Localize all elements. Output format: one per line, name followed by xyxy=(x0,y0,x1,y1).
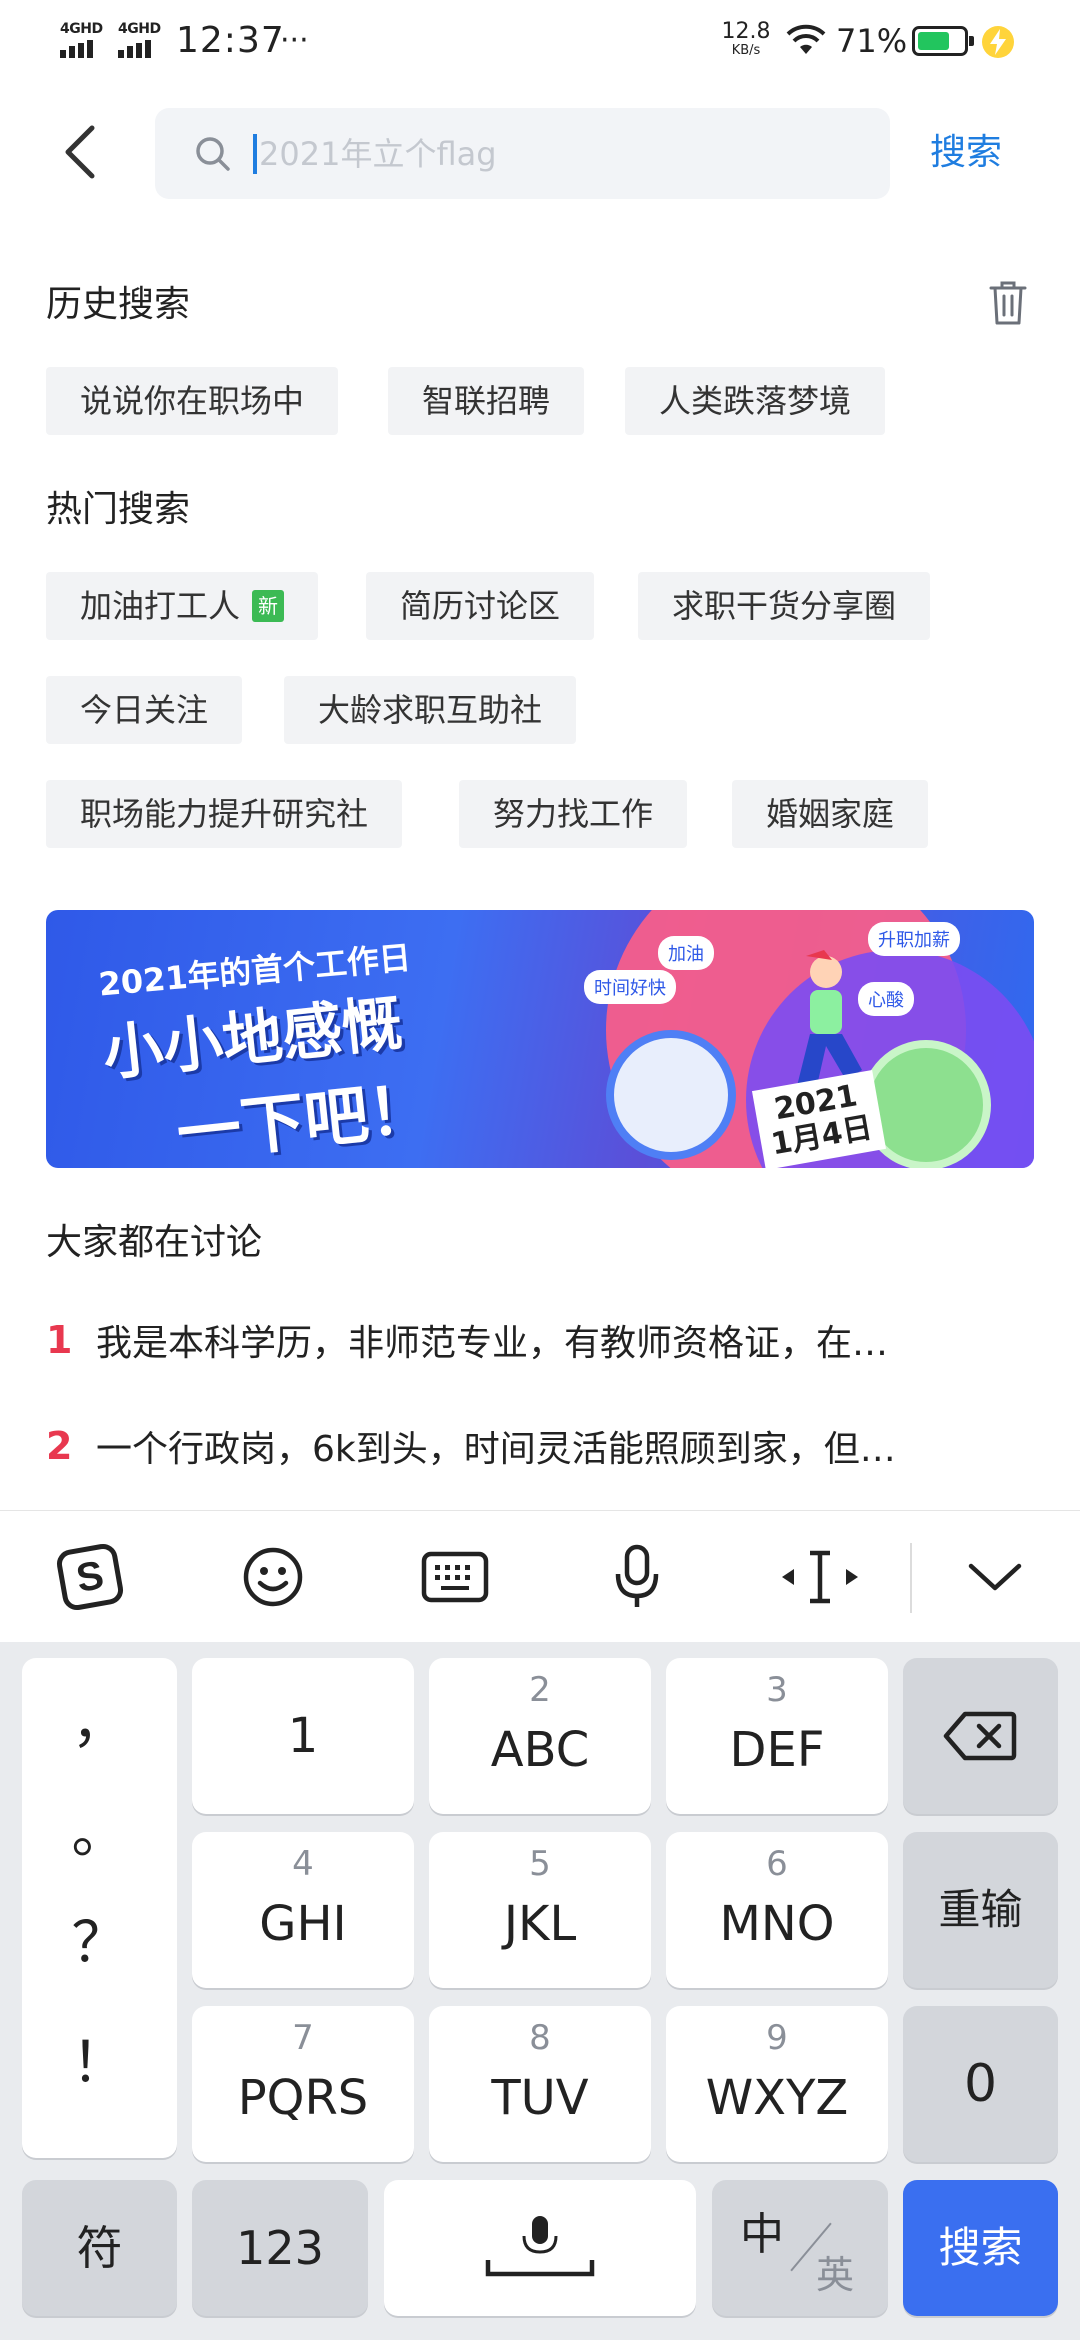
history-title: 历史搜索 xyxy=(46,284,191,325)
discussion-text: 一个行政岗，6k到头，时间灵活能照顾到家，但… xyxy=(96,1429,896,1470)
rank-number: 1 xyxy=(46,1318,73,1362)
promo-banner[interactable]: 2021年的首个工作日 小小地感慨 一下吧！ 加油 时间好快 升职加薪 心酸 2… xyxy=(46,910,1034,1168)
history-chip[interactable]: 人类跌落梦境 xyxy=(625,367,886,435)
key-0[interactable]: 0 xyxy=(903,2006,1058,2162)
status-time: 12:37 xyxy=(176,20,285,61)
battery-percent: 71% xyxy=(836,22,908,60)
cursor-move-icon[interactable] xyxy=(780,1541,860,1613)
punct-exclaim-key[interactable]: ！ xyxy=(22,2018,177,2099)
network-speed: 12.8 KB/s xyxy=(721,19,771,58)
keyboard-search-key[interactable]: 搜索 xyxy=(903,2180,1058,2316)
clear-history-button[interactable] xyxy=(988,280,1028,330)
hot-chip[interactable]: 大龄求职互助社 xyxy=(284,676,577,744)
back-button[interactable] xyxy=(50,120,110,184)
key-1[interactable]: 1 xyxy=(192,1658,414,1814)
key-9-wxyz[interactable]: 9 WXYZ xyxy=(666,2006,888,2162)
discussion-text: 我是本科学历，非师范专业，有教师资格证，在… xyxy=(96,1323,889,1364)
key-8-tuv[interactable]: 8 TUV xyxy=(429,2006,651,2162)
language-switch-key[interactable]: 中 英 xyxy=(712,2180,888,2316)
battery-icon xyxy=(912,26,974,56)
punct-comma-key[interactable]: ， xyxy=(22,1678,177,1759)
symbols-key[interactable]: 符 xyxy=(22,2180,177,2316)
hot-chip-label: 加油打工人 xyxy=(80,587,241,625)
banner-bubble: 加油 xyxy=(658,936,714,970)
keyboard-toolbar: S xyxy=(0,1510,1080,1642)
chevron-left-icon xyxy=(65,125,95,179)
hot-search-title: 热门搜索 xyxy=(46,489,191,530)
punctuation-column: ， 。 ？ ！ xyxy=(22,1658,177,2158)
key-7-pqrs[interactable]: 7 PQRS xyxy=(192,2006,414,2162)
cellular-signal-icon: 4GHD xyxy=(118,22,170,58)
backspace-icon xyxy=(943,1711,1017,1761)
key-2-abc[interactable]: 2 ABC xyxy=(429,1658,651,1814)
search-submit-button[interactable]: 搜索 xyxy=(930,124,1002,182)
retype-key[interactable]: 重输 xyxy=(903,1832,1058,1988)
search-box[interactable] xyxy=(155,108,890,199)
backspace-key[interactable] xyxy=(903,1658,1058,1814)
discussion-title: 大家都在讨论 xyxy=(46,1222,263,1263)
key-3-def[interactable]: 3 DEF xyxy=(666,1658,888,1814)
search-input[interactable] xyxy=(259,108,859,199)
microphone-icon[interactable] xyxy=(597,1541,677,1613)
banner-clock-illustration xyxy=(606,1030,736,1160)
banner-bubble: 时间好快 xyxy=(584,970,676,1004)
punct-period-key[interactable]: 。 xyxy=(22,1788,177,1869)
svg-text:S: S xyxy=(73,1553,107,1601)
text-cursor xyxy=(253,134,257,174)
fast-charge-icon xyxy=(980,24,1016,64)
numbers-key[interactable]: 123 xyxy=(192,2180,368,2316)
more-notifications-icon: ··· xyxy=(280,23,309,58)
hot-chip[interactable]: 简历讨论区 xyxy=(366,572,595,640)
keyboard-icon[interactable] xyxy=(415,1541,495,1613)
hot-chip[interactable]: 今日关注 xyxy=(46,676,243,744)
new-badge: 新 xyxy=(252,590,285,622)
key-6-mno[interactable]: 6 MNO xyxy=(666,1832,888,1988)
collapse-chevron-icon[interactable] xyxy=(955,1541,1035,1613)
status-bar: 4GHD 4GHD 12:37 ··· 12.8 KB/s 71% xyxy=(0,0,1080,86)
history-chip[interactable]: 说说你在职场中 xyxy=(46,367,339,435)
battery-level xyxy=(918,32,949,50)
search-icon xyxy=(193,134,233,178)
toolbar-divider xyxy=(910,1543,912,1613)
sogou-logo-icon[interactable]: S xyxy=(50,1541,130,1613)
discussion-item[interactable]: 1 我是本科学历，非师范专业，有教师资格证，在… xyxy=(46,1305,1006,1375)
punct-question-key[interactable]: ？ xyxy=(22,1898,177,1979)
hot-chip[interactable]: 求职干货分享圈 xyxy=(638,572,931,640)
discussion-item[interactable]: 2 一个行政岗，6k到头，时间灵活能照顾到家，但… xyxy=(46,1411,1006,1481)
key-4-ghi[interactable]: 4 GHI xyxy=(192,1832,414,1988)
hot-chip[interactable]: 职场能力提升研究社 xyxy=(46,780,403,848)
key-5-jkl[interactable]: 5 JKL xyxy=(429,1832,651,1988)
t9-keyboard: ， 。 ？ ！ 1 2 ABC 3 DEF 4 GHI 5 JKL 6 MNO 重输 7P… xyxy=(0,1642,1080,2340)
space-voice-icon xyxy=(485,2216,595,2277)
space-key[interactable] xyxy=(384,2180,696,2316)
trash-icon xyxy=(989,281,1027,325)
hot-chip[interactable]: 努力找工作 xyxy=(459,780,688,848)
rank-number: 2 xyxy=(46,1424,73,1468)
wifi-icon xyxy=(786,24,826,60)
hot-chip[interactable]: 加油打工人 新 xyxy=(46,572,319,640)
banner-bubble: 升职加薪 xyxy=(868,922,960,956)
history-chip[interactable]: 智联招聘 xyxy=(388,367,585,435)
hot-chip[interactable]: 婚姻家庭 xyxy=(732,780,929,848)
cellular-signal-icon: 4GHD xyxy=(60,22,112,58)
emoji-icon[interactable] xyxy=(233,1541,313,1613)
